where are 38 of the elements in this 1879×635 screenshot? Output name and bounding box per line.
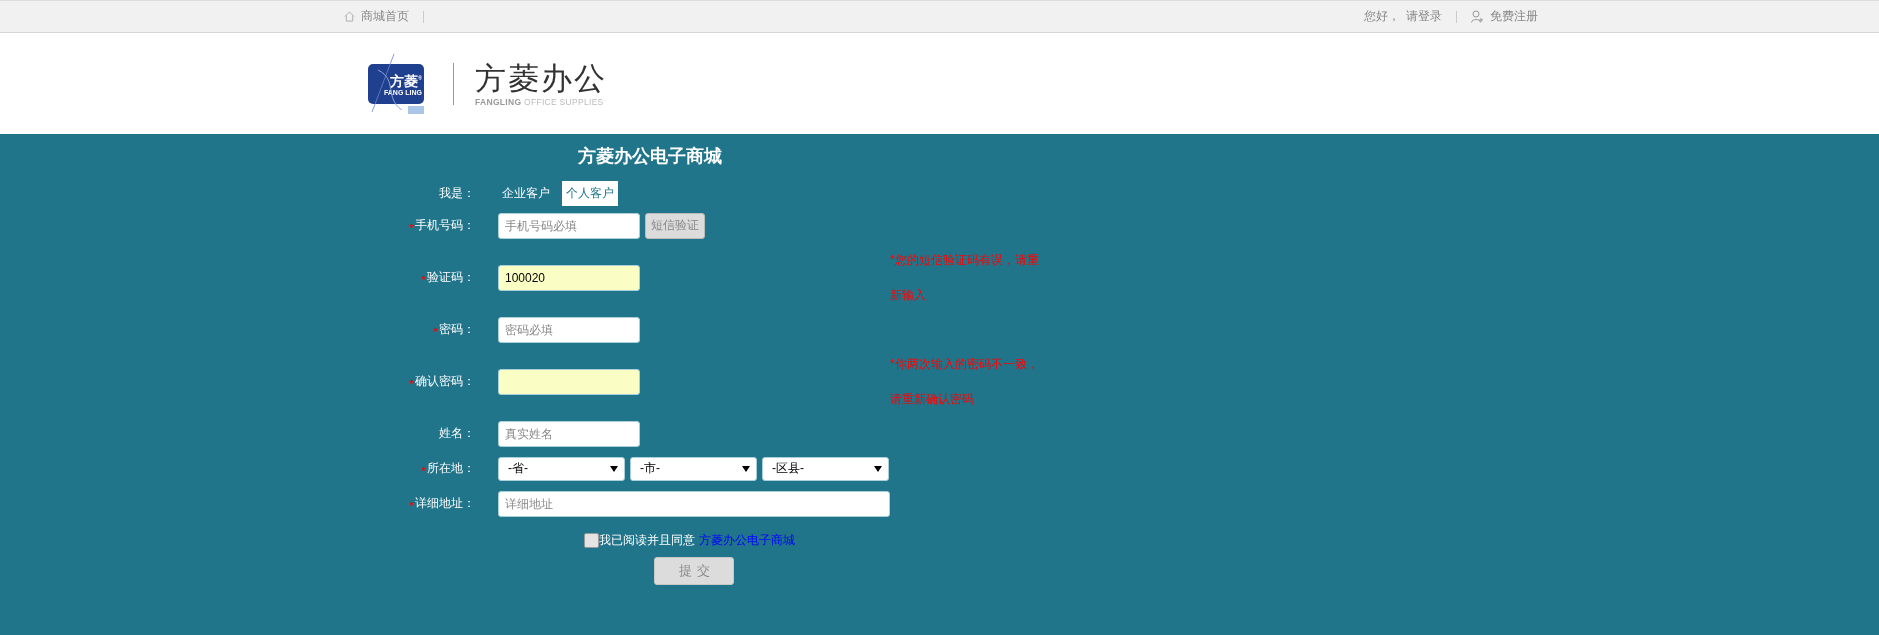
field-label: 我是： — [439, 184, 475, 202]
error-message: *您的短信验证码有误，请重新输入 — [890, 251, 1040, 304]
register-link[interactable]: 免费注册 — [1490, 8, 1538, 25]
error-message: *你两次输入的密码不一致，请重新确认密码 — [890, 355, 1040, 408]
user-add-icon — [1471, 10, 1484, 23]
greeting-text: 您好， — [1364, 8, 1400, 25]
field-label: 姓名： — [439, 425, 475, 442]
login-link[interactable]: 请登录 — [1406, 8, 1442, 25]
field-label: 验证码： — [427, 269, 475, 286]
customer-type-tab[interactable]: 个人客户 — [562, 180, 618, 206]
input-field[interactable]: 100020 — [498, 264, 640, 291]
form-title: 方菱办公电子商城 — [577, 145, 723, 168]
field-label: 所在地： — [427, 460, 475, 477]
field-label: 密码： — [439, 321, 475, 338]
submit-button[interactable]: 提交 — [654, 557, 734, 585]
home-link[interactable]: 商城首页 — [361, 8, 409, 25]
input-field[interactable]: 真实姓名 — [498, 420, 640, 447]
sms-verify-button[interactable]: 短信验证 — [645, 212, 705, 239]
agreement-checkbox[interactable] — [584, 532, 599, 548]
address-field[interactable]: 详细地址 — [498, 490, 890, 517]
dropdown[interactable]: -区县- — [762, 456, 889, 481]
caret-icon — [742, 464, 750, 473]
dropdown[interactable]: -市- — [630, 456, 757, 481]
field-label: 确认密码： — [415, 373, 475, 390]
brand-name: 方菱办公 — [475, 60, 607, 97]
field-label: 手机号码： — [415, 217, 475, 234]
brand-tagline: FANGLING OFFICE SUPPLIES — [475, 96, 605, 107]
dropdown[interactable]: -省- — [498, 456, 625, 481]
phone-field[interactable]: 手机号码必填 — [498, 212, 640, 239]
customer-type-tab[interactable]: 企业客户 — [498, 180, 554, 206]
field-label: 详细地址： — [415, 495, 475, 512]
input-field[interactable]: 密码必填 — [498, 316, 640, 343]
input-field[interactable] — [498, 368, 640, 395]
logo-mark-text: 方菱$^{®}$ — [390, 71, 422, 89]
caret-icon — [874, 464, 882, 473]
agreement-text: 我已阅读并且同意 — [599, 531, 695, 549]
home-icon — [344, 11, 355, 22]
caret-icon — [610, 464, 618, 473]
